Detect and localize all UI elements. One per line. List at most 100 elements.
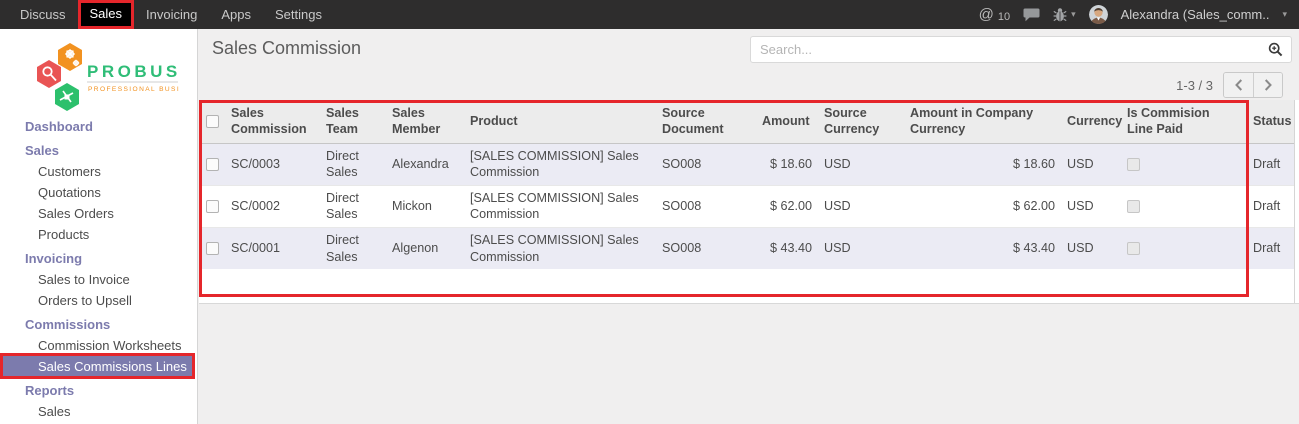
column-header-is-commision-line-paid[interactable]: Is Commision Line Paid: [1121, 100, 1239, 143]
cell-sales-member: Mickon: [386, 185, 464, 227]
sidebar-heading-invoicing[interactable]: Invoicing: [0, 248, 197, 269]
pager: 1-3 / 3: [1176, 72, 1283, 98]
cell-amount-company: $ 18.60: [904, 143, 1061, 185]
cell-status: Draft: [1239, 227, 1294, 269]
pager-previous-button[interactable]: [1224, 73, 1253, 97]
table-row[interactable]: SC/0001Direct SalesAlgenon[SALES COMMISS…: [199, 227, 1294, 269]
select-all-header: [199, 100, 225, 143]
list-sheet: Sales CommissionSales TeamSales MemberPr…: [199, 100, 1299, 304]
activities-count: 10: [998, 11, 1010, 23]
cell-sales-member: Algenon: [386, 227, 464, 269]
topbar-menu-invoicing[interactable]: Invoicing: [134, 0, 209, 29]
cell-sales-commission: SC/0002: [225, 185, 320, 227]
pager-next-button[interactable]: [1253, 73, 1282, 97]
cell-sales-team: Direct Sales: [320, 185, 386, 227]
topbar-right: @ 10 ▾ Al: [979, 5, 1299, 24]
search-box: [750, 36, 1292, 63]
paid-checkbox[interactable]: [1127, 158, 1140, 171]
sidebar: PROBUSE PROFESSIONAL BUSINESS DashboardS…: [0, 29, 198, 424]
topbar-menu-apps[interactable]: Apps: [209, 0, 263, 29]
messages-icon[interactable]: [1023, 8, 1040, 22]
sidebar-item-sales-orders[interactable]: Sales Orders: [0, 203, 197, 224]
cell-currency: USD: [1061, 185, 1121, 227]
sidebar-item-products[interactable]: Products: [0, 224, 197, 245]
select-all-checkbox[interactable]: [206, 115, 219, 128]
table-header-row: Sales CommissionSales TeamSales MemberPr…: [199, 100, 1294, 143]
cell-sales-member: Alexandra: [386, 143, 464, 185]
cell-amount: $ 18.60: [756, 143, 818, 185]
column-header-source-currency[interactable]: Source Currency: [818, 100, 904, 143]
sidebar-heading-reports[interactable]: Reports: [0, 380, 197, 401]
sidebar-item-sales[interactable]: Sales: [0, 401, 197, 422]
cell-amount: $ 62.00: [756, 185, 818, 227]
logo-hex-magnifier: [37, 60, 61, 88]
cell-is-commision-line-paid: [1121, 227, 1239, 269]
sidebar-item-sales-commissions-lines[interactable]: Sales Commissions Lines: [0, 356, 193, 377]
sidebar-item-customers[interactable]: Customers: [0, 161, 197, 182]
column-header-sales-member[interactable]: Sales Member: [386, 100, 464, 143]
cell-sales-team: Direct Sales: [320, 227, 386, 269]
cell-sales-commission: SC/0001: [225, 227, 320, 269]
cell-currency: USD: [1061, 143, 1121, 185]
user-caret-icon[interactable]: ▾: [1282, 9, 1287, 20]
topbar: DiscussSalesInvoicingAppsSettings @ 10 ▾: [0, 0, 1299, 29]
sidebar-item-orders-to-upsell[interactable]: Orders to Upsell: [0, 290, 197, 311]
sidebar-nav: DashboardSalesCustomersQuotationsSales O…: [0, 116, 197, 422]
avatar[interactable]: [1089, 5, 1108, 24]
paid-checkbox[interactable]: [1127, 200, 1140, 213]
cell-sales-team: Direct Sales: [320, 143, 386, 185]
column-header-sales-commission[interactable]: Sales Commission: [225, 100, 320, 143]
column-header-status[interactable]: Status: [1239, 100, 1294, 143]
search-input[interactable]: [751, 37, 1259, 62]
commission-table: Sales CommissionSales TeamSales MemberPr…: [199, 100, 1294, 269]
row-select-cell: [199, 227, 225, 269]
debug-icon[interactable]: ▾: [1053, 7, 1076, 22]
cell-source-currency: USD: [818, 143, 904, 185]
paid-checkbox[interactable]: [1127, 242, 1140, 255]
topbar-menu-settings[interactable]: Settings: [263, 0, 334, 29]
main-content: Sales Commission 1-3 / 3: [199, 29, 1299, 424]
column-header-product[interactable]: Product: [464, 100, 656, 143]
cell-product: [SALES COMMISSION] Sales Commission: [464, 227, 656, 269]
cell-source-document: SO008: [656, 143, 756, 185]
cell-status: Draft: [1239, 143, 1294, 185]
row-checkbox[interactable]: [206, 242, 219, 255]
activities-icon[interactable]: @: [979, 6, 994, 23]
table-body: SC/0003Direct SalesAlexandra[SALES COMMI…: [199, 143, 1294, 269]
logo-name: PROBUSE: [87, 62, 180, 81]
row-select-cell: [199, 185, 225, 227]
topbar-menu-discuss[interactable]: Discuss: [8, 0, 78, 29]
column-header-amount-in-company-currency[interactable]: Amount in Company Currency: [904, 100, 1061, 143]
topbar-menu-sales[interactable]: Sales: [78, 0, 135, 29]
row-checkbox[interactable]: [206, 158, 219, 171]
cell-product: [SALES COMMISSION] Sales Commission: [464, 143, 656, 185]
cell-source-document: SO008: [656, 227, 756, 269]
sidebar-heading-sales[interactable]: Sales: [0, 140, 197, 161]
cell-amount: $ 43.40: [756, 227, 818, 269]
search-icon[interactable]: [1259, 37, 1291, 62]
sidebar-item-commission-worksheets[interactable]: Commission Worksheets: [0, 335, 197, 356]
sidebar-heading-commissions[interactable]: Commissions: [0, 314, 197, 335]
column-header-currency[interactable]: Currency: [1061, 100, 1121, 143]
table-row[interactable]: SC/0003Direct SalesAlexandra[SALES COMMI…: [199, 143, 1294, 185]
cell-source-currency: USD: [818, 185, 904, 227]
cell-amount-company: $ 62.00: [904, 185, 1061, 227]
row-checkbox[interactable]: [206, 200, 219, 213]
page-title: Sales Commission: [212, 38, 361, 59]
user-menu[interactable]: Alexandra (Sales_comm..: [1121, 7, 1270, 22]
sidebar-item-quotations[interactable]: Quotations: [0, 182, 197, 203]
cell-amount-company: $ 43.40: [904, 227, 1061, 269]
cell-status: Draft: [1239, 185, 1294, 227]
probuse-logo: PROBUSE PROFESSIONAL BUSINESS: [0, 29, 197, 116]
column-header-source-document[interactable]: Source Document: [656, 100, 756, 143]
topbar-menus: DiscussSalesInvoicingAppsSettings: [0, 0, 334, 29]
table-row[interactable]: SC/0002Direct SalesMickon[SALES COMMISSI…: [199, 185, 1294, 227]
row-select-cell: [199, 143, 225, 185]
column-header-sales-team[interactable]: Sales Team: [320, 100, 386, 143]
cell-is-commision-line-paid: [1121, 143, 1239, 185]
cell-sales-commission: SC/0003: [225, 143, 320, 185]
column-header-amount[interactable]: Amount: [756, 100, 818, 143]
sidebar-item-sales-to-invoice[interactable]: Sales to Invoice: [0, 269, 197, 290]
logo-tagline: PROFESSIONAL BUSINESS: [88, 86, 180, 93]
cell-product: [SALES COMMISSION] Sales Commission: [464, 185, 656, 227]
